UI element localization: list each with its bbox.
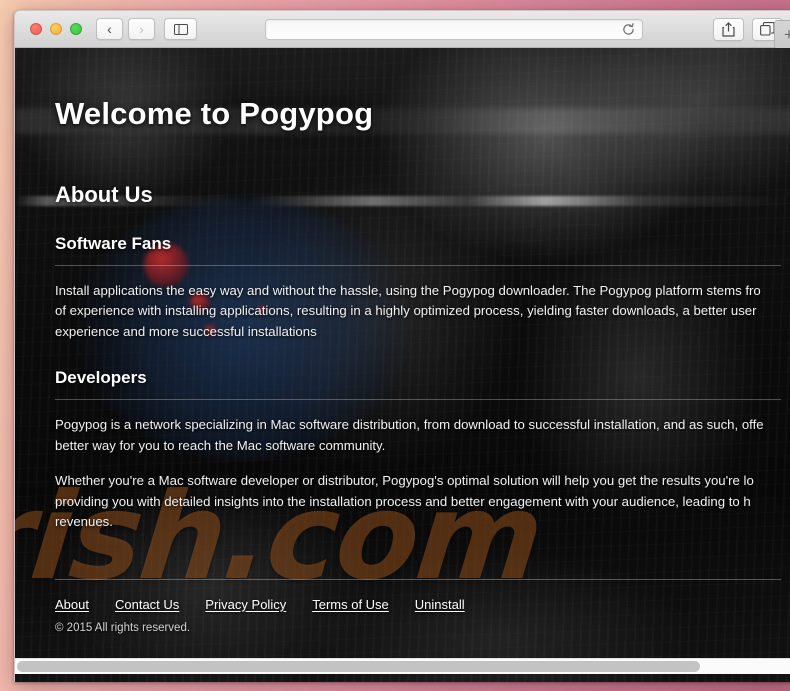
browser-toolbar: ‹ ›	[15, 11, 790, 49]
zoom-window-button[interactable]	[70, 23, 82, 35]
footer-link-contact-us[interactable]: Contact Us	[115, 597, 179, 612]
paragraph-line: experience and more successful installat…	[55, 323, 317, 339]
forward-button[interactable]: ›	[128, 18, 155, 40]
chevron-left-icon: ‹	[107, 21, 112, 37]
copyright-text: © 2015 All rights reserved.	[55, 621, 191, 634]
toolbar-right-buttons	[713, 17, 783, 41]
plus-icon: +	[784, 26, 790, 43]
share-icon	[722, 21, 735, 37]
footer-links: About Contact Us Privacy Policy Terms of…	[55, 597, 790, 612]
footer-divider	[55, 578, 781, 580]
paragraph-line: revenues.	[55, 514, 113, 530]
paragraph-line: Whether you're a Mac software developer …	[55, 473, 754, 489]
footer-link-about[interactable]: About	[55, 597, 89, 612]
footer-link-terms-of-use[interactable]: Terms of Use	[312, 597, 389, 612]
minimize-window-button[interactable]	[50, 23, 62, 35]
developers-heading: Developers	[55, 368, 147, 388]
software-fans-paragraph: Install applications the easy way and wi…	[55, 281, 790, 342]
divider	[55, 265, 781, 266]
paragraph-line: Install applications the easy way and wi…	[55, 283, 761, 298]
tabs-icon	[760, 22, 775, 36]
developers-paragraph-2: Whether you're a Mac software developer …	[55, 471, 790, 532]
paragraph-line: of experience with installing applicatio…	[55, 303, 757, 319]
browser-window: ‹ › rish.com Welcome to Pogypog About Us…	[14, 10, 790, 682]
footer-link-uninstall[interactable]: Uninstall	[415, 597, 465, 612]
page-content: Welcome to Pogypog About Us Software Fan…	[15, 48, 790, 682]
sidebar-icon	[173, 23, 188, 35]
window-controls	[30, 23, 82, 35]
new-tab-button[interactable]: +	[774, 20, 790, 49]
paragraph-line: better way for you to reach the Mac soft…	[55, 437, 386, 453]
developers-paragraph-1: Pogypog is a network specializing in Mac…	[55, 415, 790, 456]
horizontal-scrollbar-thumb[interactable]	[17, 661, 700, 672]
about-us-heading: About Us	[55, 182, 153, 207]
back-button[interactable]: ‹	[96, 18, 123, 40]
sidebar-toggle-button[interactable]	[164, 18, 197, 40]
chevron-right-icon: ›	[139, 21, 144, 37]
software-fans-heading: Software Fans	[55, 234, 172, 253]
divider	[55, 399, 781, 401]
page-title: Welcome to Pogypog	[55, 96, 374, 131]
share-button[interactable]	[713, 17, 744, 41]
footer-link-privacy-policy[interactable]: Privacy Policy	[205, 597, 286, 612]
reload-icon[interactable]	[622, 22, 635, 36]
page-viewport: rish.com Welcome to Pogypog About Us Sof…	[15, 48, 790, 682]
close-window-button[interactable]	[30, 23, 42, 35]
hero-section: Welcome to Pogypog	[55, 48, 790, 154]
navigation-buttons: ‹ ›	[96, 18, 155, 40]
paragraph-line: Pogypog is a network specializing in Mac…	[55, 417, 764, 433]
address-bar[interactable]	[265, 18, 643, 40]
horizontal-scrollbar[interactable]	[15, 658, 790, 674]
paragraph-line: providing you with detailed insights int…	[55, 493, 751, 509]
